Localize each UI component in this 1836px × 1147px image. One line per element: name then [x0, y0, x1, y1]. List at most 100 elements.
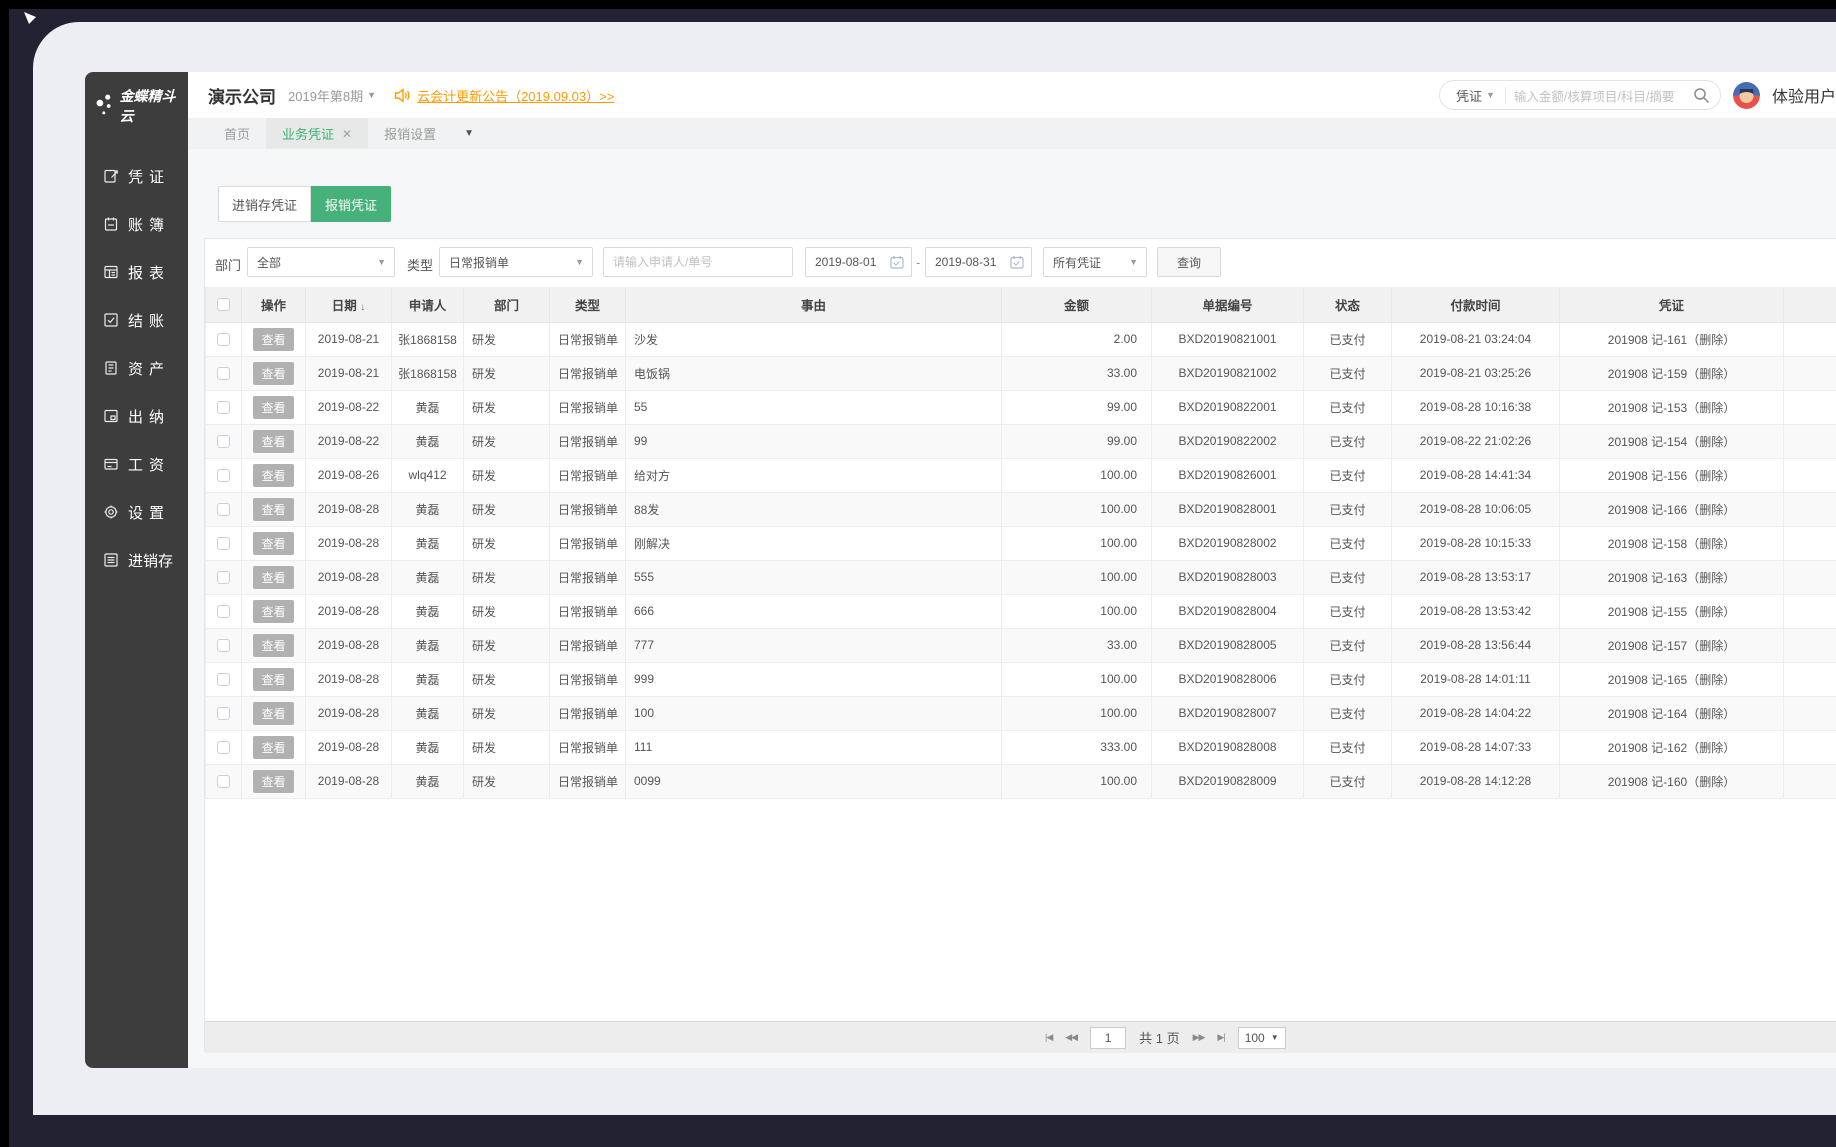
cell: BXD20190826001 [1151, 457, 1304, 493]
view-button[interactable]: 查看 [253, 701, 294, 725]
cell-filler [1783, 627, 1836, 663]
table-row: 查看 2019-08-22 黄磊 研发 日常报销单 99 99.00 BXD201908220… [205, 423, 1836, 459]
global-search[interactable]: 凭证 ▼ 输入金额/核算项目/科目/摘要 [1438, 80, 1721, 110]
dept-select[interactable]: 全部 ▼ [247, 247, 395, 277]
first-page-icon[interactable]: |◀ [1045, 1032, 1053, 1043]
cell: BXD20190828001 [1151, 491, 1304, 527]
applicant-search-box[interactable] [603, 247, 793, 277]
row-checkbox[interactable] [217, 571, 230, 585]
cell: 已支付 [1303, 627, 1392, 663]
avatar[interactable] [1732, 81, 1760, 109]
period-selector[interactable]: 2019年第8期 [288, 86, 363, 105]
sidebar-menu: 凭证 账簿 报表 结账 资产 出纳 工资 设置 进销存 [85, 152, 188, 584]
row-checkbox[interactable] [217, 707, 230, 721]
tab-expense-voucher[interactable]: 报销凭证 [311, 186, 392, 222]
cell: 111 [625, 729, 1002, 765]
page-number-input[interactable] [1090, 1026, 1127, 1049]
search-scope-select[interactable]: 凭证 [1456, 86, 1482, 105]
tab-1[interactable]: 业务凭证 ✕ [266, 118, 369, 149]
last-page-icon[interactable]: ▶| [1217, 1032, 1225, 1043]
table-row: 查看 2019-08-26 wlq412 研发 日常报销单 给对方 100.00 BXD201… [205, 457, 1836, 493]
view-button[interactable]: 查看 [253, 769, 294, 793]
view-button[interactable]: 查看 [253, 735, 294, 759]
view-button[interactable]: 查看 [253, 633, 294, 657]
row-checkbox[interactable] [217, 537, 230, 551]
sidebar-item-cashier[interactable]: 出纳 [85, 392, 188, 440]
row-checkbox[interactable] [217, 469, 230, 483]
ledger-icon [104, 217, 118, 231]
row-checkbox[interactable] [217, 367, 230, 381]
cell: 已支付 [1303, 729, 1392, 765]
view-button[interactable]: 查看 [253, 599, 294, 623]
close-icon[interactable]: ✕ [342, 127, 352, 141]
view-button[interactable]: 查看 [253, 361, 294, 385]
next-page-icon[interactable]: ▶▶ [1193, 1032, 1206, 1043]
select-all-checkbox[interactable] [217, 298, 230, 312]
tab-list-caret-icon[interactable]: ▼ [452, 118, 486, 149]
view-button[interactable]: 查看 [253, 565, 294, 589]
sidebar-item-ledger[interactable]: 账簿 [85, 200, 188, 248]
row-action-cell: 查看 [241, 729, 306, 765]
view-button[interactable]: 查看 [253, 395, 294, 419]
view-button[interactable]: 查看 [253, 497, 294, 521]
cell: 201908 记-163（删除） [1559, 559, 1784, 595]
top-header: 演示公司 2019年第8期 ▼ 云会计更新公告（2019.09.03）>> 凭证… [188, 72, 1836, 118]
view-button[interactable]: 查看 [253, 429, 294, 453]
cell: 100.00 [1001, 695, 1152, 731]
chevron-down-icon[interactable]: ▼ [367, 90, 376, 100]
row-action-cell: 查看 [241, 627, 306, 663]
cell: BXD20190828005 [1151, 627, 1304, 663]
prev-page-icon[interactable]: ◀◀ [1065, 1032, 1078, 1043]
app-window: 金蝶精斗云 凭证 账簿 报表 结账 资产 出纳 工资 设置 进销存 演示公司 2019年第8期 … [33, 22, 1836, 1115]
cell: BXD20190828007 [1151, 695, 1304, 731]
cell: BXD20190828002 [1151, 525, 1304, 561]
date-to-picker[interactable]: 2019-08-31 [925, 247, 1032, 277]
view-button[interactable]: 查看 [253, 463, 294, 487]
col-header: 凭证 [1559, 287, 1784, 323]
row-checkbox[interactable] [217, 401, 230, 415]
row-checkbox[interactable] [217, 503, 230, 517]
query-button[interactable]: 查询 [1157, 247, 1221, 277]
type-select[interactable]: 日常报销单 ▼ [439, 247, 593, 277]
page-size-select[interactable]: 100 ▼ [1237, 1026, 1286, 1049]
sort-desc-icon[interactable]: ↓ [360, 302, 365, 313]
applicant-search-input[interactable] [613, 255, 783, 269]
cell: 张1868158 [391, 355, 464, 391]
tab-purchase-sale-voucher[interactable]: 进销存凭证 [218, 186, 312, 222]
row-checkbox[interactable] [217, 775, 230, 789]
view-button[interactable]: 查看 [253, 327, 294, 351]
row-checkbox[interactable] [217, 333, 230, 347]
search-icon[interactable] [1693, 87, 1710, 104]
sidebar-item-closing[interactable]: 结账 [85, 296, 188, 344]
tab-bar: 首页 业务凭证 ✕ 报销设置 ▼ [188, 118, 1836, 149]
row-checkbox[interactable] [217, 605, 230, 619]
row-select-cell [205, 321, 242, 357]
sidebar-item-payroll[interactable]: 工资 [85, 440, 188, 488]
sidebar-item-report[interactable]: 报表 [85, 248, 188, 296]
col-header-filler [1783, 287, 1836, 323]
voucher-state-select[interactable]: 所有凭证 ▼ [1043, 247, 1147, 277]
sidebar-item-inventory[interactable]: 进销存 [85, 536, 188, 584]
announcement-link[interactable]: 云会计更新公告（2019.09.03）>> [417, 86, 614, 105]
cell: 日常报销单 [549, 661, 626, 697]
cell: 刚解决 [625, 525, 1002, 561]
sidebar-item-voucher[interactable]: 凭证 [85, 152, 188, 200]
view-button[interactable]: 查看 [253, 667, 294, 691]
sidebar-item-settings[interactable]: 设置 [85, 488, 188, 536]
cell: 2019-08-28 13:56:44 [1391, 627, 1560, 663]
row-checkbox[interactable] [217, 741, 230, 755]
row-checkbox[interactable] [217, 673, 230, 687]
sidebar-item-asset[interactable]: 资产 [85, 344, 188, 392]
date-from-picker[interactable]: 2019-08-01 [805, 247, 912, 277]
voucher-type-switch: 进销存凭证 报销凭证 [218, 186, 392, 222]
view-button[interactable]: 查看 [253, 531, 294, 555]
row-checkbox[interactable] [217, 639, 230, 653]
cell: 已支付 [1303, 763, 1392, 799]
search-input[interactable]: 输入金额/核算项目/科目/摘要 [1514, 86, 1693, 105]
tab-2[interactable]: 报销设置 [368, 118, 452, 149]
company-name: 演示公司 [208, 87, 276, 107]
chevron-down-icon[interactable]: ▼ [1486, 90, 1495, 100]
row-checkbox[interactable] [217, 435, 230, 449]
tab-0[interactable]: 首页 [208, 118, 266, 149]
cell: 2019-08-26 [305, 457, 392, 493]
